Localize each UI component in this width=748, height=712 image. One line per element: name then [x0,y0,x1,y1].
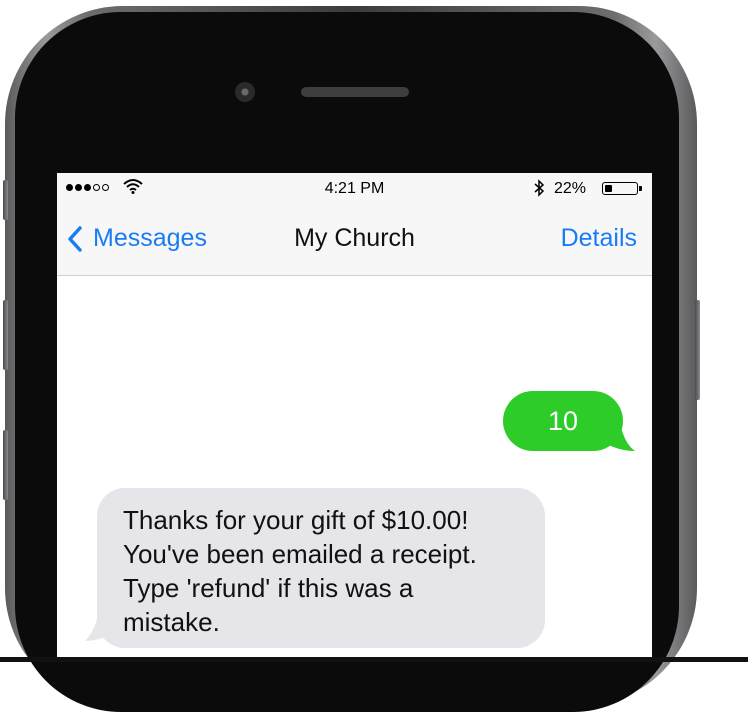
side-button-mute [3,180,8,220]
earpiece-speaker [301,87,409,97]
battery-tip [639,186,642,191]
bluetooth-icon [534,179,545,197]
message-line: You've been emailed a receipt. [123,539,477,569]
side-button-volume-up [3,300,8,370]
battery-percent: 22% [554,180,587,197]
battery-icon [602,182,638,195]
front-camera [235,82,255,102]
message-bubble-outgoing[interactable]: 10 [503,391,623,451]
message-text: 10 [547,405,579,436]
message-line: mistake. [123,607,220,637]
side-button-power [695,300,700,400]
message-line: Thanks for your gift of $10.00! [123,505,469,535]
navigation-bar: Messages My Church Details [57,205,652,276]
phone-screen: 4:21 PM 22% Messages My Church Details 1… [57,173,652,662]
details-button[interactable]: Details [561,224,637,253]
message-bubble-incoming[interactable]: Thanks for your gift of $10.00! You've b… [97,488,545,648]
battery-level-fill [605,185,612,192]
image-bottom-edge [0,657,748,662]
side-button-volume-down [3,430,8,500]
status-bar: 4:21 PM 22% [57,173,652,205]
message-line: Type 'refund' if this was a [123,573,414,603]
